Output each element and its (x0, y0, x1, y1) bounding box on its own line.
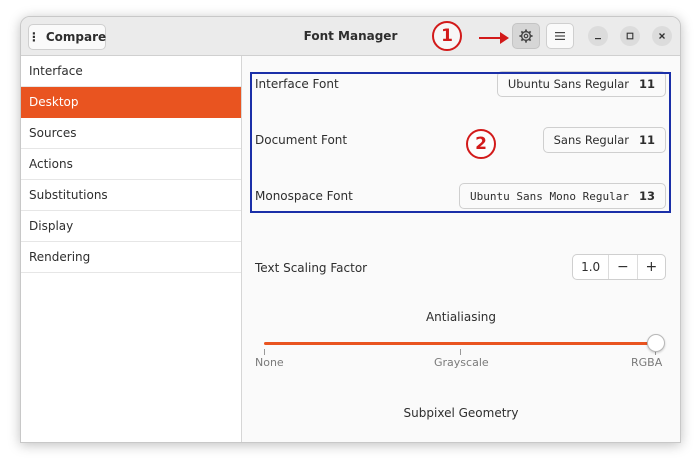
antialiasing-title: Antialiasing (425, 310, 497, 324)
sidebar-item-rendering[interactable]: Rendering (21, 242, 241, 273)
subpixel-bgr-swatch (418, 442, 446, 443)
hamburger-menu-icon (555, 32, 565, 40)
compare-button[interactable]: ⋮ Compare (28, 24, 106, 50)
sidebar-item-desktop[interactable]: Desktop (21, 87, 241, 118)
sidebar-item-display[interactable]: Display (21, 211, 241, 242)
sidebar-item-interface[interactable]: Interface (21, 56, 241, 87)
increase-scaling-button[interactable]: + (636, 255, 665, 279)
vertical-dots-icon: ⋮ (27, 30, 40, 44)
antialiasing-slider-track[interactable] (264, 342, 656, 345)
sidebar-item-sources[interactable]: Sources (21, 118, 241, 149)
close-icon (659, 33, 665, 39)
minimize-icon (595, 38, 601, 40)
gear-icon (519, 29, 533, 43)
sidebar-item-actions[interactable]: Actions (21, 149, 241, 180)
antialiasing-rgba-label: RGBA (631, 356, 663, 369)
window-title: Font Manager (303, 29, 398, 43)
minimize-button[interactable] (588, 26, 608, 46)
antialiasing-grayscale-label: Grayscale (434, 356, 489, 369)
slider-tick (460, 349, 461, 355)
subpixel-vbgr-swatch (646, 442, 674, 443)
subpixel-rgb-swatch (304, 442, 332, 443)
annotation-marker-one: 1 (432, 21, 462, 51)
antialiasing-slider-handle[interactable] (647, 334, 665, 352)
annotation-marker-two: 2 (466, 129, 496, 159)
subpixel-vrgb-swatch (532, 442, 560, 443)
maximize-icon (626, 32, 634, 40)
slider-tick (264, 349, 265, 355)
maximize-button[interactable] (620, 26, 640, 46)
subpixel-geometry-title: Subpixel Geometry (403, 406, 519, 420)
close-button[interactable] (652, 26, 672, 46)
main-menu-button[interactable] (546, 23, 574, 49)
annotation-arrow-icon (479, 32, 509, 44)
sidebar-item-substitutions[interactable]: Substitutions (21, 180, 241, 211)
text-scaling-label: Text Scaling Factor (255, 261, 368, 275)
font-selection-highlight (250, 72, 671, 213)
sidebar: Interface Desktop Sources Actions Substi… (21, 56, 242, 442)
header-bar: ⋮ Compare Font Manager (21, 17, 680, 56)
preferences-button[interactable] (512, 23, 540, 49)
text-scaling-spinbutton: 1.0 − + (572, 254, 666, 280)
compare-label: Compare (45, 30, 107, 44)
antialiasing-none-label: None (255, 356, 284, 369)
text-scaling-value[interactable]: 1.0 (573, 255, 610, 279)
decrease-scaling-button[interactable]: − (609, 255, 636, 279)
